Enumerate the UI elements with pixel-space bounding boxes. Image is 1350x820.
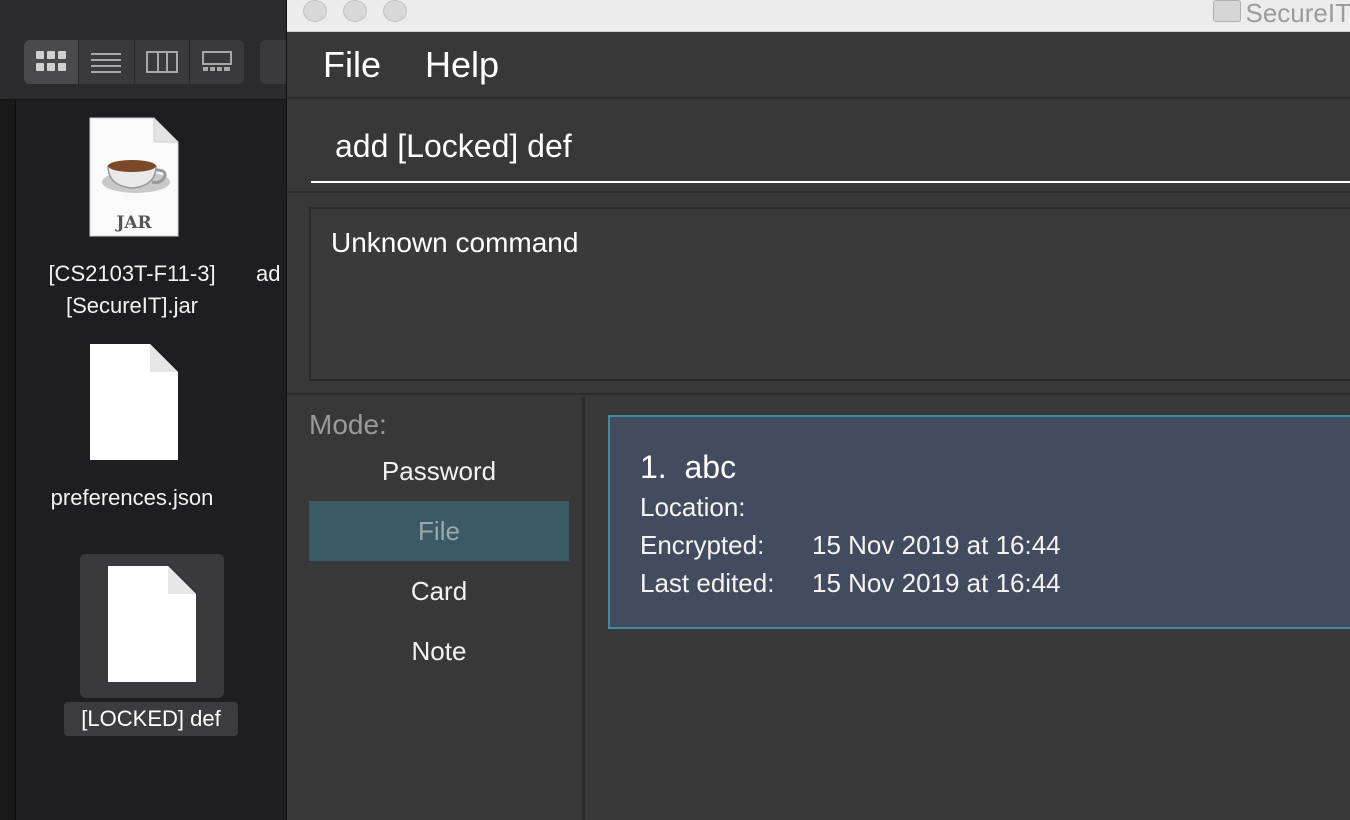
file-location-row: Location:: [640, 491, 812, 523]
document-icon[interactable]: [106, 564, 198, 684]
encrypted-label: Encrypted:: [640, 530, 765, 560]
file-index: 1.: [640, 449, 667, 485]
file-name-line1: [CS2103T-F11-3]: [48, 261, 216, 286]
jar-icon-text: JAR: [114, 213, 152, 233]
list-view-icon: [91, 53, 122, 73]
file-edited-row: Last edited: 15 Nov 2019 at 16:44: [640, 567, 1061, 599]
window-title: SecureIT: [1245, 0, 1350, 28]
file-name-line1: preferences.json: [50, 485, 214, 510]
file-name: abc: [684, 449, 737, 485]
grid-view-icon: [36, 51, 67, 71]
encrypted-value: 15 Nov 2019 at 16:44: [812, 530, 1061, 560]
file-label-jar: [CS2103T-F11-3] [SecureIT].jar: [2, 258, 262, 322]
command-input[interactable]: [311, 111, 1350, 183]
app-document-icon: [1213, 0, 1241, 22]
command-box-area: [287, 101, 1350, 193]
edited-value: 15 Nov 2019 at 16:44: [812, 568, 1061, 598]
menu-file[interactable]: File: [323, 43, 381, 87]
file-list-panel: 1. abc Location: Encrypted: 15 Nov 2019 a…: [588, 397, 1350, 820]
location-label: Location:: [640, 492, 746, 522]
icon-view-button[interactable]: [24, 40, 80, 84]
list-view-button[interactable]: [79, 40, 135, 84]
document-icon[interactable]: [88, 342, 180, 462]
menu-bar: File Help: [287, 33, 1350, 99]
result-display-box[interactable]: Unknown command: [309, 207, 1350, 381]
column-view-icon: [145, 51, 178, 73]
finder-sidebar-edge: [0, 100, 16, 820]
mode-item-card[interactable]: Card: [309, 561, 569, 621]
gallery-view-button[interactable]: [190, 40, 244, 84]
edited-label: Last edited:: [640, 568, 775, 598]
mode-panel: Mode: Password File Card Note: [287, 397, 585, 820]
file-label-preferences: preferences.json: [2, 482, 262, 514]
zoom-button[interactable]: [383, 0, 407, 22]
finder-toolbar: [0, 0, 300, 100]
minimize-button[interactable]: [343, 0, 367, 22]
file-card-title: 1. abc: [640, 447, 736, 487]
result-message: Unknown command: [331, 227, 579, 258]
mode-item-password[interactable]: Password: [309, 441, 569, 501]
menu-help[interactable]: Help: [425, 43, 499, 87]
view-mode-segmented-control: [24, 40, 244, 84]
file-name-line2: [SecureIT].jar: [65, 293, 199, 318]
close-button[interactable]: [303, 0, 327, 22]
mode-item-note[interactable]: Note: [309, 621, 569, 681]
title-bar: SecureIT: [287, 0, 1350, 32]
finder-window: JAR [CS2103T-F11-3] [SecureIT].jar ad pr…: [0, 0, 300, 820]
file-label-partial: ad: [256, 261, 281, 286]
column-view-button[interactable]: [135, 40, 190, 84]
result-display-area: Unknown command: [287, 195, 1350, 395]
file-encrypted-row: Encrypted: 15 Nov 2019 at 16:44: [640, 529, 1061, 561]
mode-item-file[interactable]: File: [309, 501, 569, 561]
file-label-locked-def[interactable]: [LOCKED] def: [64, 702, 238, 736]
secureit-window: SecureIT File Help Unknown command Mode:…: [286, 0, 1350, 820]
jar-file-icon[interactable]: JAR: [88, 116, 180, 238]
gallery-view-icon: [201, 51, 232, 71]
mode-title: Mode:: [309, 409, 387, 440]
file-card[interactable]: 1. abc Location: Encrypted: 15 Nov 2019 a…: [608, 415, 1350, 629]
